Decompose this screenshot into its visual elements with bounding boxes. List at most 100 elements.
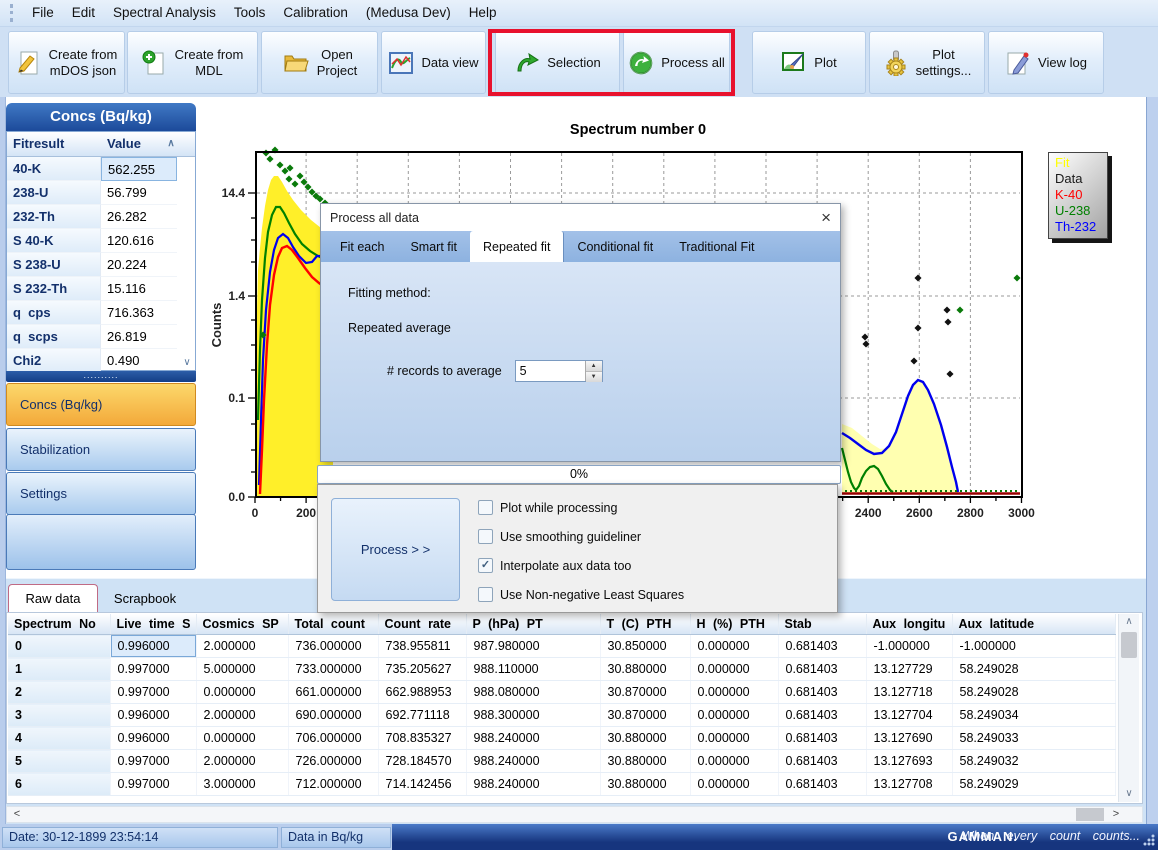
menu-item-calibration[interactable]: Calibration — [274, 0, 357, 26]
menu-item-help[interactable]: Help — [460, 0, 506, 26]
fitresult-value[interactable]: 716.363 — [101, 301, 177, 325]
table-cell[interactable]: 13.127729 — [866, 658, 952, 681]
table-cell[interactable]: 30.870000 — [600, 704, 690, 727]
table-cell[interactable]: 2.000000 — [196, 635, 288, 658]
table-cell[interactable]: 2 — [8, 681, 110, 704]
table-cell[interactable]: 988.300000 — [466, 704, 600, 727]
column-header[interactable]: Total count — [288, 614, 378, 635]
checkbox[interactable] — [478, 529, 493, 544]
column-header[interactable]: Stab — [778, 614, 866, 635]
table-cell[interactable]: 6 — [8, 773, 110, 796]
column-header[interactable]: Value — [101, 132, 163, 156]
scroll-down-icon[interactable]: ∨ — [1119, 786, 1139, 802]
table-cell[interactable]: 0.681403 — [778, 773, 866, 796]
tab-scrapbook[interactable]: Scrapbook — [100, 586, 190, 612]
scrollbar-thumb[interactable] — [1121, 632, 1137, 658]
fitresult-value[interactable]: 15.116 — [101, 277, 177, 301]
column-header[interactable]: H (%) PTH — [690, 614, 778, 635]
table-cell[interactable]: 30.870000 — [600, 681, 690, 704]
table-cell[interactable]: 0.000000 — [690, 773, 778, 796]
column-header[interactable]: Cosmics SP — [196, 614, 288, 635]
process-button[interactable]: Process > > — [331, 498, 460, 601]
table-cell[interactable]: 988.240000 — [466, 773, 600, 796]
nav-button-concs[interactable]: Concs (Bq/kg) — [6, 383, 196, 426]
spin-down-icon[interactable]: ▼ — [586, 372, 602, 382]
menu-item--medusa-dev-[interactable]: (Medusa Dev) — [357, 0, 460, 26]
records-spinner[interactable]: 5 ▲ ▼ — [515, 360, 603, 382]
scroll-up-icon[interactable]: ∧ — [163, 132, 179, 156]
table-cell[interactable]: 30.880000 — [600, 773, 690, 796]
table-cell[interactable]: 712.000000 — [288, 773, 378, 796]
table-cell[interactable]: 0.000000 — [690, 635, 778, 658]
table-cell[interactable]: 706.000000 — [288, 727, 378, 750]
table-cell[interactable]: 3 — [8, 704, 110, 727]
table-cell[interactable]: 0.681403 — [778, 727, 866, 750]
records-value[interactable]: 5 — [516, 361, 585, 381]
table-cell[interactable]: 733.000000 — [288, 658, 378, 681]
nav-button-settings[interactable]: Settings — [6, 472, 196, 515]
table-cell[interactable]: 708.835327 — [378, 727, 466, 750]
column-header[interactable]: Count rate — [378, 614, 466, 635]
table-cell[interactable]: -1.000000 — [866, 635, 952, 658]
table-cell[interactable]: 30.880000 — [600, 750, 690, 773]
table-cell[interactable]: 30.880000 — [600, 727, 690, 750]
column-header[interactable]: Aux longitu — [866, 614, 952, 635]
table-cell[interactable]: 0.681403 — [778, 658, 866, 681]
dialog-tab-traditional-fit[interactable]: Traditional Fit — [666, 231, 767, 262]
table-cell[interactable]: 714.142456 — [378, 773, 466, 796]
table-cell[interactable]: 0 — [8, 635, 110, 658]
scroll-left-icon[interactable]: < — [9, 807, 25, 822]
plot-settings-button[interactable]: Plot settings... — [869, 31, 985, 94]
column-header[interactable]: Aux latitude — [952, 614, 1115, 635]
column-header[interactable]: Fitresult — [7, 132, 101, 156]
menu-item-tools[interactable]: Tools — [225, 0, 275, 26]
table-cell[interactable]: 3.000000 — [196, 773, 288, 796]
splitter-handle[interactable]: .......... — [6, 371, 196, 382]
vertical-scrollbar[interactable]: ∧ ∨ — [1118, 614, 1139, 802]
table-cell[interactable]: 0.000000 — [690, 750, 778, 773]
table-cell[interactable]: -1.000000 — [952, 635, 1115, 658]
table-cell[interactable]: 735.205627 — [378, 658, 466, 681]
scroll-right-icon[interactable]: > — [1108, 807, 1124, 822]
fitresult-value[interactable]: 562.255 — [101, 157, 177, 181]
table-cell[interactable]: 0.681403 — [778, 635, 866, 658]
table-cell[interactable]: 988.240000 — [466, 750, 600, 773]
menu-item-spectral-analysis[interactable]: Spectral Analysis — [104, 0, 225, 26]
spin-up-icon[interactable]: ▲ — [586, 361, 602, 372]
table-cell[interactable]: 4 — [8, 727, 110, 750]
checkbox-row[interactable]: Use Non-negative Least Squares — [478, 580, 684, 609]
table-cell[interactable]: 58.249028 — [952, 681, 1115, 704]
checkbox[interactable] — [478, 587, 493, 602]
table-cell[interactable]: 0.000000 — [690, 658, 778, 681]
data-view-button[interactable]: Data view — [381, 31, 486, 94]
table-cell[interactable]: 0.000000 — [690, 681, 778, 704]
menu-item-file[interactable]: File — [23, 0, 63, 26]
table-cell[interactable]: 728.184570 — [378, 750, 466, 773]
tab-raw-data[interactable]: Raw data — [8, 584, 98, 613]
table-cell[interactable]: 738.955811 — [378, 635, 466, 658]
table-cell[interactable]: 0.997000 — [110, 750, 196, 773]
table-cell[interactable]: 30.850000 — [600, 635, 690, 658]
table-cell[interactable]: 0.681403 — [778, 704, 866, 727]
fitresult-value[interactable]: 56.799 — [101, 181, 177, 205]
dialog-tab-repeated-fit[interactable]: Repeated fit — [470, 231, 564, 262]
table-cell[interactable]: 2.000000 — [196, 750, 288, 773]
resize-grip-icon[interactable] — [1142, 833, 1156, 847]
table-cell[interactable]: 0.000000 — [196, 681, 288, 704]
table-cell[interactable]: 13.127693 — [866, 750, 952, 773]
nav-button-stabilization[interactable]: Stabilization — [6, 428, 196, 471]
table-cell[interactable]: 30.880000 — [600, 658, 690, 681]
create-from-mdl-button[interactable]: Create from MDL — [127, 31, 258, 94]
column-header[interactable]: Spectrum No — [8, 614, 110, 635]
table-cell[interactable]: 58.249033 — [952, 727, 1115, 750]
table-cell[interactable]: 58.249029 — [952, 773, 1115, 796]
table-cell[interactable]: 0.997000 — [110, 658, 196, 681]
scroll-down-icon[interactable]: ∨ — [179, 357, 195, 368]
table-cell[interactable]: 736.000000 — [288, 635, 378, 658]
process-all-button[interactable]: Process all — [623, 31, 730, 94]
table-cell[interactable]: 13.127704 — [866, 704, 952, 727]
column-header[interactable]: P (hPa) PT — [466, 614, 600, 635]
checkbox[interactable]: ✓ — [478, 558, 493, 573]
table-cell[interactable]: 988.080000 — [466, 681, 600, 704]
table-cell[interactable]: 726.000000 — [288, 750, 378, 773]
